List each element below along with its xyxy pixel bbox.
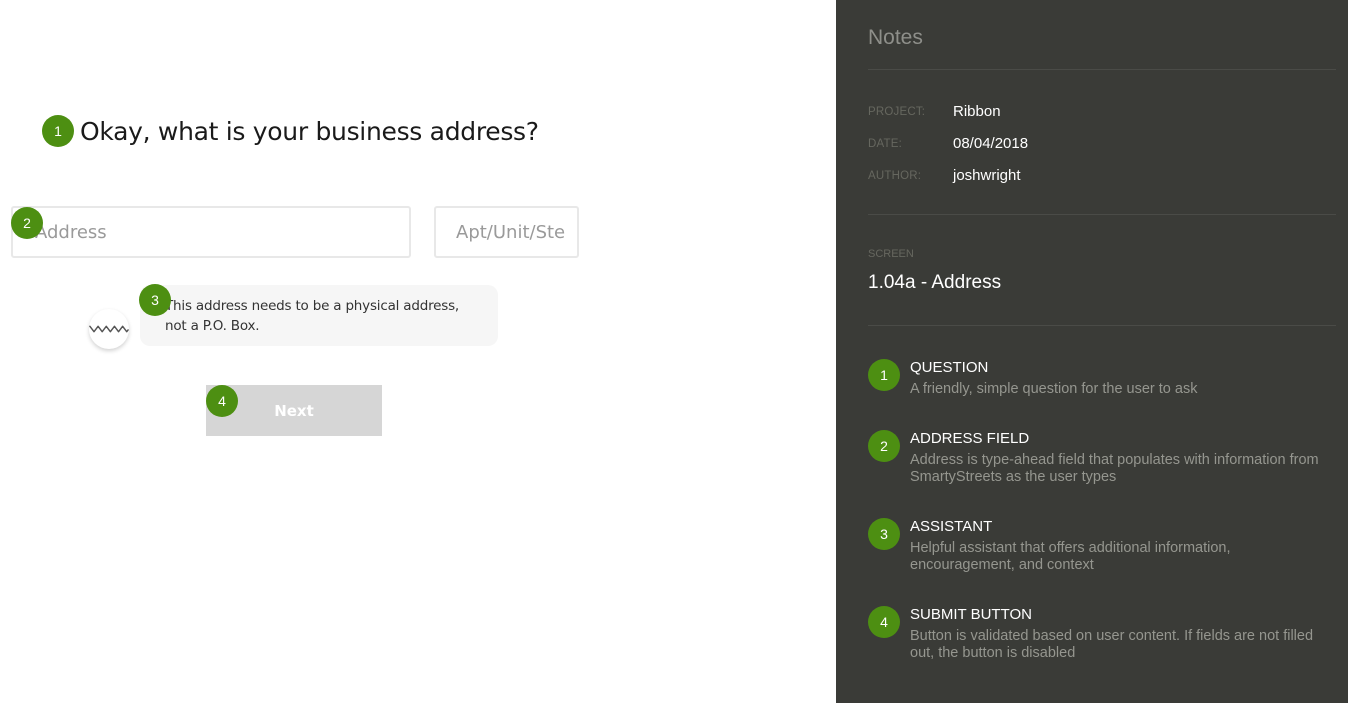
project-label: PROJECT: bbox=[868, 106, 926, 118]
note-description: Address is type-ahead field that populat… bbox=[910, 452, 1319, 485]
apt-unit-input[interactable] bbox=[434, 206, 579, 258]
annotation-badge-2: 2 bbox=[11, 207, 43, 239]
project-value: Ribbon bbox=[953, 103, 1001, 120]
note-title: ADDRESS FIELD bbox=[910, 430, 1030, 447]
screen-label: SCREEN bbox=[868, 248, 914, 260]
author-label: AUTHOR: bbox=[868, 170, 922, 182]
notes-panel: Notes PROJECT: Ribbon DATE: 08/04/2018 A… bbox=[836, 0, 1348, 703]
wave-icon bbox=[89, 325, 129, 333]
address-input[interactable] bbox=[11, 206, 411, 258]
screen-name: 1.04a - Address bbox=[868, 272, 1002, 293]
note-description: Helpful assistant that offers additional… bbox=[910, 540, 1231, 573]
divider bbox=[868, 214, 1336, 215]
note-badge-4: 4 bbox=[868, 606, 900, 638]
author-value: joshwright bbox=[953, 167, 1021, 184]
divider bbox=[868, 69, 1336, 70]
note-title: QUESTION bbox=[910, 359, 989, 376]
note-title: SUBMIT BUTTON bbox=[910, 606, 1032, 623]
page: 1 Okay, what is your business address? 2… bbox=[0, 0, 1348, 703]
note-badge-3: 3 bbox=[868, 518, 900, 550]
notes-title: Notes bbox=[868, 26, 923, 49]
note-description: Button is validated based on user conten… bbox=[910, 628, 1314, 661]
annotation-badge-1: 1 bbox=[42, 115, 74, 147]
note-description: A friendly, simple question for the user… bbox=[910, 381, 1198, 397]
annotation-badge-3: 3 bbox=[139, 284, 171, 316]
note-badge-2: 2 bbox=[868, 430, 900, 462]
date-value: 08/04/2018 bbox=[953, 135, 1029, 152]
screen-mockup: 1 Okay, what is your business address? 2… bbox=[0, 0, 836, 703]
assistant-avatar bbox=[89, 309, 129, 349]
note-badge-1: 1 bbox=[868, 359, 900, 391]
question-heading: Okay, what is your business address? bbox=[80, 117, 539, 146]
annotation-badge-4: 4 bbox=[206, 385, 238, 417]
divider bbox=[868, 325, 1336, 326]
assistant-message-bubble: This address needs to be a physical addr… bbox=[140, 285, 498, 346]
date-label: DATE: bbox=[868, 138, 903, 150]
note-title: ASSISTANT bbox=[910, 518, 993, 535]
